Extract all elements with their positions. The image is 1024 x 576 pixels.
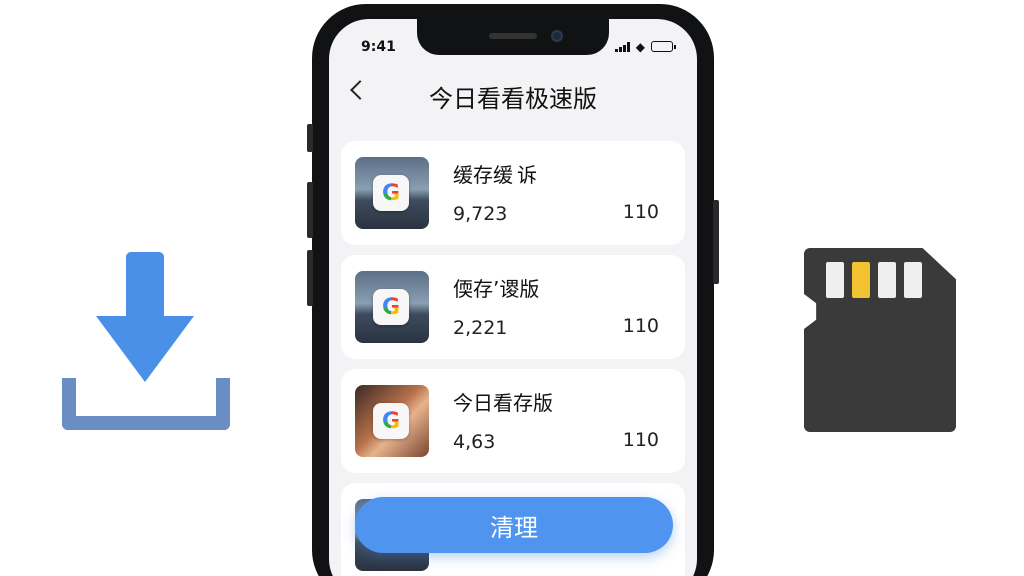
- download-tray: [62, 378, 230, 430]
- item-size: 110: [622, 429, 659, 451]
- phone-frame: 9:41 ◆ 今日看看极速版 G 缓存缓 诉 9,723 110 G 偄存’谡版…: [307, 4, 719, 576]
- item-count: 9,723: [453, 203, 508, 225]
- nav-bar: 今日看看极速版: [329, 75, 697, 121]
- phone-side-button: [307, 124, 313, 152]
- google-g-icon: G: [373, 175, 409, 211]
- app-thumbnail: G: [355, 385, 429, 457]
- clean-button[interactable]: 清理: [355, 497, 673, 553]
- speaker-grille: [489, 33, 537, 39]
- sd-card-pin: [826, 262, 844, 298]
- phone-volume-up: [307, 182, 313, 238]
- sd-card-pin-highlight: [852, 262, 870, 298]
- page-title: 今日看看极速版: [429, 85, 597, 113]
- phone-volume-down: [307, 250, 313, 306]
- battery-icon: [651, 41, 676, 52]
- list-item[interactable]: G 缓存缓 诉 9,723 110: [341, 141, 685, 245]
- status-icons: ◆: [614, 39, 676, 54]
- signal-icon: [614, 41, 630, 52]
- download-icon: [60, 252, 232, 434]
- google-g-icon: G: [373, 289, 409, 325]
- front-camera-icon: [551, 30, 563, 42]
- sd-card-pin: [878, 262, 896, 298]
- list-item[interactable]: G 偄存’谡版 2,221 110: [341, 255, 685, 359]
- phone-notch: [417, 19, 609, 55]
- phone-screen: 9:41 ◆ 今日看看极速版 G 缓存缓 诉 9,723 110 G 偄存’谡版…: [329, 19, 697, 576]
- app-thumbnail: G: [355, 157, 429, 229]
- item-name: 今日看存版: [453, 391, 553, 415]
- item-size: 110: [622, 201, 659, 223]
- sd-card-pin: [904, 262, 922, 298]
- list-item[interactable]: G 今日看存版 4,63 110: [341, 369, 685, 473]
- item-size: 110: [622, 315, 659, 337]
- item-count: 4,63: [453, 431, 500, 453]
- sd-card-icon: [804, 248, 956, 432]
- google-g-icon: G: [373, 403, 409, 439]
- item-name: 偄存’谡版: [453, 277, 540, 301]
- stage: 9:41 ◆ 今日看看极速版 G 缓存缓 诉 9,723 110 G 偄存’谡版…: [0, 0, 1024, 576]
- item-count: 2,221: [453, 317, 508, 339]
- wifi-icon: ◆: [635, 39, 645, 54]
- app-thumbnail: G: [355, 271, 429, 343]
- phone-power-button: [713, 200, 719, 284]
- download-arrow-head: [96, 316, 194, 382]
- status-time: 9:41: [361, 39, 396, 55]
- item-name: 缓存缓 诉: [453, 163, 537, 187]
